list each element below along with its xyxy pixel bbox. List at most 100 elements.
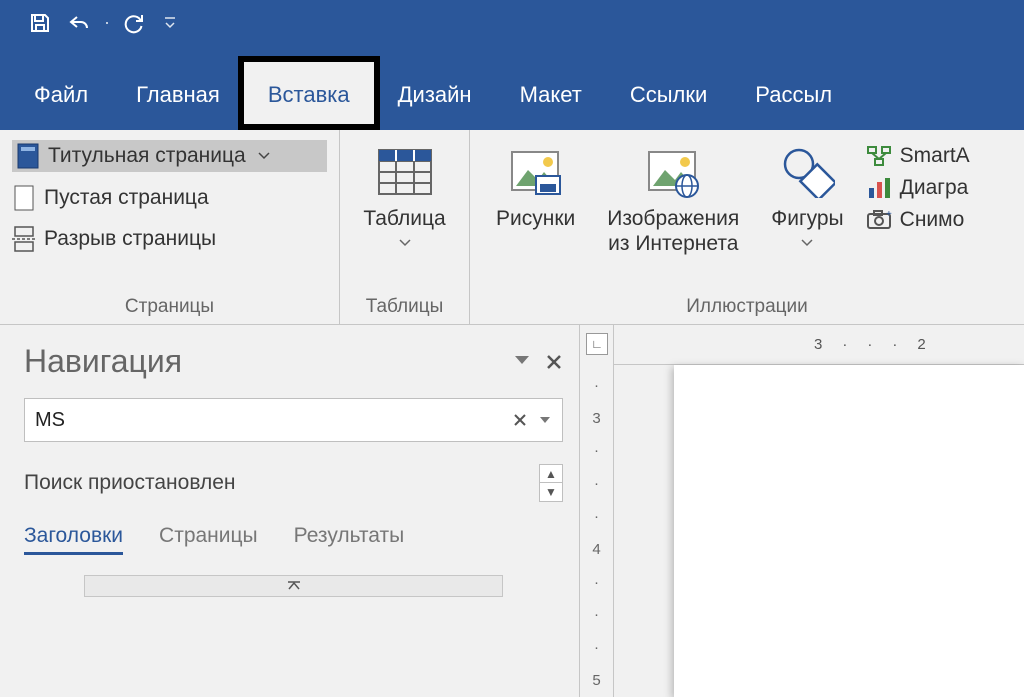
qat-customize-button[interactable] <box>160 16 180 30</box>
stepper-up-icon[interactable]: ▲ <box>540 465 562 483</box>
smartart-icon <box>866 144 892 168</box>
vertical-ruler[interactable]: ∟ · 3 · · · 4 · · · 5 <box>580 325 614 697</box>
pane-options-icon[interactable] <box>513 353 531 367</box>
h-tick: · <box>842 336 847 353</box>
smartart-label: SmartA <box>900 144 970 168</box>
tab-mailings[interactable]: Рассыл <box>731 62 856 130</box>
v-tick: · <box>594 631 599 664</box>
pictures-label: Рисунки <box>496 206 575 231</box>
tab-insert[interactable]: Вставка <box>244 62 374 130</box>
navigation-search[interactable] <box>24 398 563 442</box>
blank-page-label: Пустая страница <box>44 186 209 210</box>
collapse-bar[interactable] <box>84 575 503 597</box>
screenshot-label: Снимо <box>900 208 965 232</box>
document-viewport[interactable]: 3 · · · 2 <box>614 325 1024 697</box>
h-tick: 3 <box>814 336 822 353</box>
tab-layout[interactable]: Макет <box>496 62 606 130</box>
shapes-icon <box>779 146 835 198</box>
table-button[interactable]: Таблица <box>349 140 459 286</box>
stepper-down-icon[interactable]: ▼ <box>540 483 562 501</box>
tab-references[interactable]: Ссылки <box>606 62 731 130</box>
page-break-label: Разрыв страницы <box>44 227 216 251</box>
refresh-icon <box>122 11 146 35</box>
v-tick: · <box>594 467 599 500</box>
group-label-tables: Таблицы <box>340 292 469 324</box>
online-pictures-label-2: из Интернета <box>607 231 739 256</box>
table-label: Таблица <box>363 206 445 231</box>
screenshot-button[interactable]: + Снимо <box>866 208 970 232</box>
save-icon <box>28 11 52 35</box>
ribbon: Титульная страница Пустая страница Разры… <box>0 130 1024 325</box>
ribbon-tabstrip: Файл Главная Вставка Дизайн Макет Ссылки… <box>0 45 1024 130</box>
svg-text:+: + <box>886 209 892 220</box>
ruler-corner-icon[interactable]: ∟ <box>586 333 608 355</box>
v-tick: · <box>594 369 599 402</box>
navigation-title: Навигация <box>24 343 182 380</box>
blank-page-button[interactable]: Пустая страница <box>12 182 327 214</box>
v-tick: 3 <box>592 402 600 435</box>
chevron-down-icon <box>399 239 411 247</box>
h-tick: · <box>867 336 872 353</box>
chart-icon <box>866 176 892 200</box>
qat-separator: · <box>104 12 110 33</box>
tab-home[interactable]: Главная <box>112 62 244 130</box>
table-icon <box>377 148 433 196</box>
customize-icon <box>164 16 176 30</box>
v-tick: 5 <box>592 664 600 697</box>
undo-icon <box>67 11 93 35</box>
chart-label: Диагра <box>900 176 969 200</box>
cover-page-label: Титульная страница <box>48 144 246 168</box>
navigation-pane: Навигация Поиск приостановлен ▲ ▼ Заголо… <box>0 325 580 697</box>
ribbon-group-illustrations: Рисунки Изображения из Интернета <box>470 130 1024 324</box>
chevron-down-icon <box>258 152 270 160</box>
content-area: Навигация Поиск приостановлен ▲ ▼ Заголо… <box>0 325 1024 697</box>
close-icon[interactable] <box>545 353 563 371</box>
chevron-down-icon <box>801 239 813 247</box>
save-button[interactable] <box>20 5 60 41</box>
horizontal-ruler[interactable]: 3 · · · 2 <box>614 325 1024 365</box>
page-break-icon <box>12 226 36 252</box>
clear-search-icon[interactable] <box>512 412 528 428</box>
search-options-icon[interactable] <box>538 415 552 425</box>
screenshot-icon: + <box>866 208 892 232</box>
online-pictures-icon <box>645 146 701 198</box>
collapse-icon <box>287 581 301 591</box>
v-tick: 4 <box>592 533 600 566</box>
result-stepper[interactable]: ▲ ▼ <box>539 464 563 502</box>
online-pictures-button[interactable]: Изображения из Интернета <box>593 140 753 286</box>
pictures-button[interactable]: Рисунки <box>482 140 589 286</box>
online-pictures-label-1: Изображения <box>607 206 739 231</box>
ribbon-group-pages: Титульная страница Пустая страница Разры… <box>0 130 340 324</box>
redo-button[interactable] <box>114 5 154 41</box>
group-label-pages: Страницы <box>0 292 339 324</box>
tab-design[interactable]: Дизайн <box>374 62 496 130</box>
group-label-illustrations: Иллюстрации <box>470 292 1024 324</box>
search-input[interactable] <box>35 409 512 432</box>
document-area: ∟ · 3 · · · 4 · · · 5 3 · · · 2 <box>580 325 1024 697</box>
v-tick: · <box>594 500 599 533</box>
v-tick: · <box>594 599 599 632</box>
smartart-button[interactable]: SmartA <box>866 144 970 168</box>
cover-page-icon <box>16 142 40 170</box>
page-break-button[interactable]: Разрыв страницы <box>12 224 327 254</box>
chart-button[interactable]: Диагра <box>866 176 970 200</box>
cover-page-button[interactable]: Титульная страница <box>12 140 327 172</box>
navtab-results[interactable]: Результаты <box>294 524 405 555</box>
pictures-icon <box>508 146 564 198</box>
search-status-text: Поиск приостановлен <box>24 471 236 495</box>
tab-file[interactable]: Файл <box>10 62 112 130</box>
shapes-label: Фигуры <box>771 206 843 231</box>
quick-access-toolbar: · <box>0 0 1024 45</box>
navigation-tabs: Заголовки Страницы Результаты <box>24 524 563 555</box>
blank-page-icon <box>12 184 36 212</box>
document-page[interactable] <box>674 365 1024 697</box>
shapes-button[interactable]: Фигуры <box>757 140 857 286</box>
h-tick: · <box>892 336 897 353</box>
v-tick: · <box>594 566 599 599</box>
ribbon-group-tables: Таблица Таблицы <box>340 130 470 324</box>
navtab-headings[interactable]: Заголовки <box>24 524 123 555</box>
v-tick: · <box>594 435 599 468</box>
navtab-pages[interactable]: Страницы <box>159 524 258 555</box>
undo-button[interactable] <box>60 5 100 41</box>
h-tick: 2 <box>917 336 925 353</box>
